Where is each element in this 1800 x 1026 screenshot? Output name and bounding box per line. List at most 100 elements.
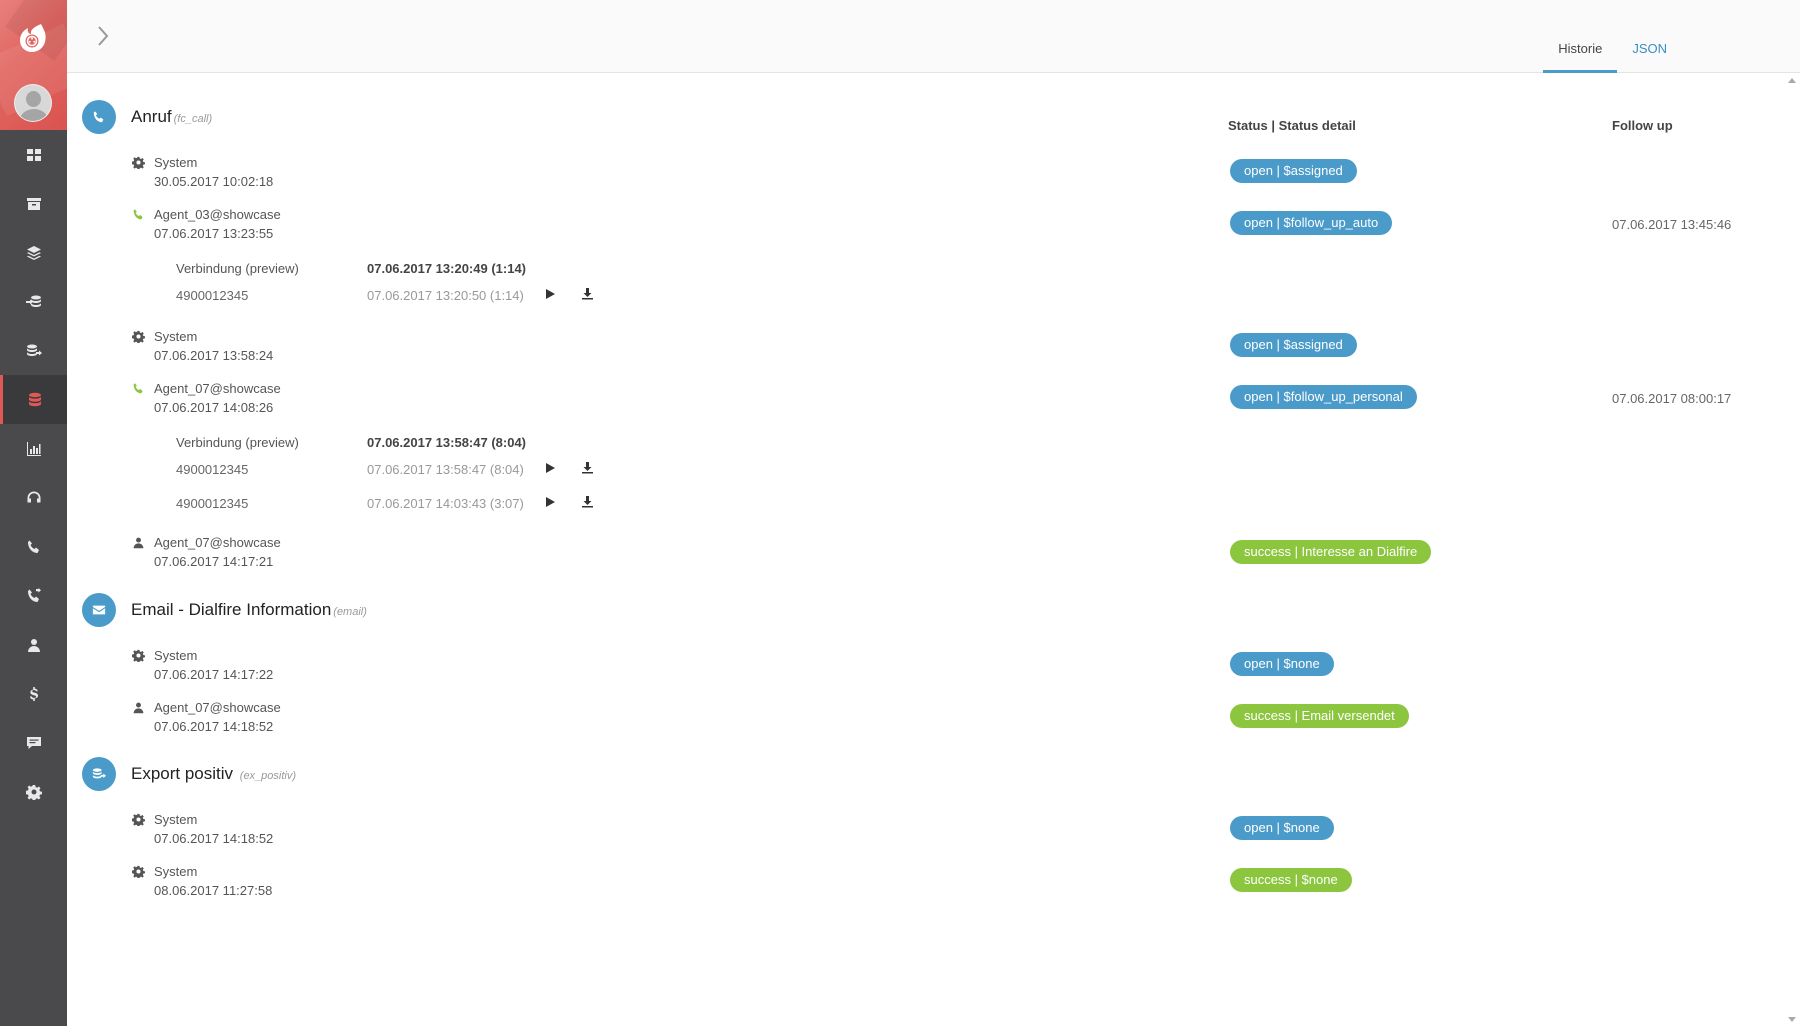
call-number: 4900012345: [176, 496, 249, 511]
entry-author: Agent_07@showcase: [154, 700, 281, 715]
envelope-icon: [92, 605, 106, 615]
entry-timestamp: 07.06.2017 13:58:24: [154, 348, 274, 363]
follow-up-date: 07.06.2017 13:45:46: [1612, 217, 1732, 232]
download-icon[interactable]: [581, 461, 594, 474]
user-icon: [133, 702, 144, 714]
status-badge: success | Email versendet: [1230, 704, 1409, 728]
scroll-up-arrow-icon[interactable]: [1788, 78, 1796, 83]
nav-messages[interactable]: [0, 718, 67, 767]
vertical-scrollbar[interactable]: [1783, 74, 1800, 1026]
entry-author: System: [154, 329, 198, 344]
nav-headset[interactable]: [0, 473, 67, 522]
call-time: 07.06.2017 13:20:50 (1:14): [367, 288, 524, 303]
column-header-follow-up: Follow up: [1612, 118, 1673, 133]
nav-database[interactable]: [0, 375, 67, 424]
dialfire-logo-icon[interactable]: [17, 22, 49, 54]
sidebar: [0, 0, 67, 1026]
nav-users[interactable]: [0, 620, 67, 669]
section-code: (email): [333, 606, 367, 618]
status-badge: success | Interesse an Dialfire: [1230, 540, 1432, 564]
status-badge: open | $assigned: [1230, 333, 1357, 357]
entry-timestamp: 30.05.2017 10:02:18: [154, 174, 274, 189]
status-badge: open | $none: [1230, 816, 1334, 840]
tab-json[interactable]: JSON: [1617, 0, 1682, 73]
entry-timestamp: 07.06.2017 14:18:52: [154, 831, 274, 846]
archive-icon: [26, 197, 41, 210]
section-code: (ex_positiv): [239, 770, 297, 782]
entry-timestamp: 07.06.2017 14:17:21: [154, 554, 274, 569]
nav-export[interactable]: [0, 326, 67, 375]
section-title-text: Email - Dialfire Information: [131, 600, 332, 619]
download-icon[interactable]: [581, 495, 594, 508]
scroll-down-arrow-icon[interactable]: [1788, 1017, 1796, 1022]
connection-label: Verbindung (preview): [176, 435, 299, 450]
gear-icon: [25, 784, 42, 800]
section-envelope-icon: [82, 593, 116, 627]
connection-header: 07.06.2017 13:58:47 (8:04): [367, 435, 527, 450]
status-badge: open | $assigned: [1230, 159, 1357, 183]
gear-icon: [132, 156, 145, 169]
user-icon: [27, 638, 40, 652]
database-export-icon: [26, 344, 42, 356]
download-icon[interactable]: [581, 287, 594, 300]
nav-import[interactable]: [0, 277, 67, 326]
gear-icon: [132, 813, 145, 826]
section-export-icon: [82, 757, 116, 791]
chevron-right-icon[interactable]: [94, 24, 112, 48]
nav-statistics[interactable]: [0, 424, 67, 473]
chat-icon: [26, 736, 41, 749]
nav-dashboard[interactable]: [0, 130, 67, 179]
section-title: Export positiv (ex_positiv): [131, 764, 296, 784]
connection-header: 07.06.2017 13:20:49 (1:14): [367, 261, 527, 276]
section-title: Email - Dialfire Information (email): [131, 600, 367, 620]
top-header: Historie JSON: [67, 0, 1800, 73]
connection-label: Verbindung (preview): [176, 261, 299, 276]
history-panel: Status | Status detail Follow up Anruf (f…: [67, 74, 1783, 1026]
nav-settings[interactable]: [0, 767, 67, 816]
avatar[interactable]: [14, 84, 52, 122]
phone-forward-icon: [27, 587, 41, 602]
nav-layers[interactable]: [0, 228, 67, 277]
gear-icon: [132, 649, 145, 662]
entry-author: Agent_07@showcase: [154, 381, 281, 396]
status-badge: open | $none: [1230, 652, 1334, 676]
dashboard-icon: [26, 148, 41, 161]
call-time: 07.06.2017 14:03:43 (3:07): [367, 496, 524, 511]
layers-icon: [26, 245, 41, 260]
section-title-text: Anruf: [131, 107, 172, 126]
section-code: (fc_call): [173, 113, 213, 125]
entry-author: System: [154, 864, 198, 879]
nav-billing[interactable]: [0, 669, 67, 718]
call-number: 4900012345: [176, 288, 249, 303]
entry-timestamp: 07.06.2017 14:18:52: [154, 719, 274, 734]
export-icon: [92, 768, 106, 779]
entry-author: System: [154, 155, 198, 170]
gear-icon: [132, 865, 145, 878]
tab-historie[interactable]: Historie: [1543, 0, 1618, 73]
section-title-text: Export positiv: [131, 764, 234, 783]
play-icon[interactable]: [544, 496, 556, 508]
sidebar-brand-area: [0, 0, 67, 130]
status-badge: open | $follow_up_personal: [1230, 385, 1417, 409]
nav-calls[interactable]: [0, 522, 67, 571]
play-icon[interactable]: [544, 462, 556, 474]
entry-timestamp: 07.06.2017 14:17:22: [154, 667, 274, 682]
database-icon: [29, 392, 41, 406]
user-icon: [133, 537, 144, 549]
view-tabs: Historie JSON: [1543, 0, 1682, 73]
phone-icon: [133, 209, 143, 220]
phone-icon: [133, 383, 143, 394]
entry-author: System: [154, 812, 198, 827]
play-icon[interactable]: [544, 288, 556, 300]
call-time: 07.06.2017 13:58:47 (8:04): [367, 462, 524, 477]
status-badge: open | $follow_up_auto: [1230, 211, 1393, 235]
entry-timestamp: 08.06.2017 11:27:58: [154, 883, 273, 898]
nav-archive[interactable]: [0, 179, 67, 228]
bar-chart-icon: [26, 441, 41, 456]
dollar-icon: [29, 686, 38, 701]
status-badge: success | $none: [1230, 868, 1352, 892]
headset-icon: [27, 491, 40, 502]
phone-icon: [93, 111, 104, 123]
database-import-icon: [25, 295, 41, 307]
nav-call-forward[interactable]: [0, 571, 67, 620]
